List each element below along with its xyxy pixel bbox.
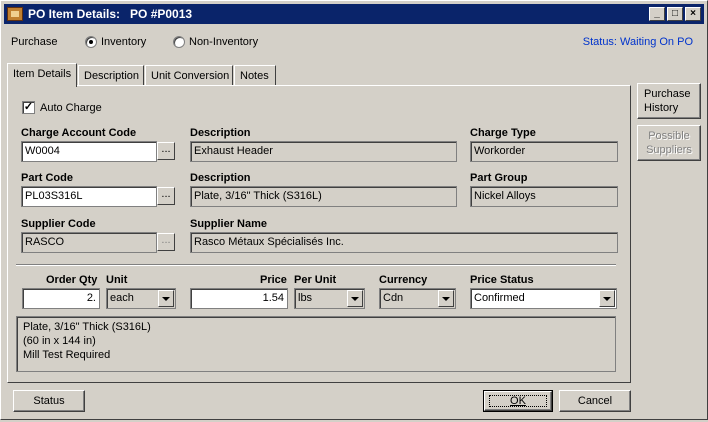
- price-label: Price: [260, 274, 287, 286]
- section-divider: [16, 264, 616, 266]
- order-qty-label: Order Qty: [46, 274, 98, 286]
- tab-item-details[interactable]: Item Details: [7, 63, 77, 87]
- per-unit-dropdown-icon[interactable]: [347, 290, 363, 307]
- unit-label: Unit: [106, 274, 128, 286]
- price-status-dropdown-icon[interactable]: [599, 290, 615, 307]
- currency-label: Currency: [379, 274, 428, 286]
- item-details-panel: ✓ Auto Charge Charge Account Code W0004 …: [7, 85, 631, 383]
- notes-line: (60 in x 144 in): [23, 335, 96, 347]
- supplier-name-label: Supplier Name: [190, 218, 268, 230]
- supplier-code-field: RASCO: [21, 232, 157, 253]
- charge-type-label: Charge Type: [470, 127, 536, 139]
- currency-dropdown-icon[interactable]: [438, 290, 454, 307]
- price-status-select[interactable]: Confirmed: [470, 288, 617, 309]
- supplier-lookup-button: ...: [157, 233, 175, 251]
- charge-account-lookup-button[interactable]: ...: [157, 142, 175, 160]
- charge-type-field: Workorder: [470, 141, 618, 162]
- part-code-label: Part Code: [21, 172, 73, 184]
- charge-description-label: Description: [190, 127, 251, 139]
- price-input[interactable]: 1.54: [190, 288, 288, 309]
- notes-line: Plate, 3/16" Thick (S316L): [23, 321, 151, 333]
- notes-line: Mill Test Required: [23, 349, 111, 361]
- per-unit-label: Per Unit: [294, 274, 337, 286]
- charge-description-field: Exhaust Header: [190, 141, 457, 162]
- order-qty-input[interactable]: 2.: [22, 288, 100, 309]
- auto-charge-checkbox[interactable]: ✓: [22, 101, 35, 114]
- part-description-label: Description: [190, 172, 251, 184]
- part-code-lookup-button[interactable]: ...: [157, 187, 175, 205]
- supplier-name-field: Rasco Métaux Spécialisés Inc.: [190, 232, 618, 253]
- part-group-label: Part Group: [470, 172, 528, 184]
- auto-charge-label[interactable]: Auto Charge: [40, 102, 102, 114]
- supplier-code-label: Supplier Code: [21, 218, 96, 230]
- po-item-details-window: PO Item Details: PO #P0013 _ □ × Purchas…: [0, 0, 708, 420]
- part-description-field: Plate, 3/16" Thick (S316L): [190, 186, 457, 207]
- part-code-input[interactable]: PL03S316L: [21, 186, 157, 207]
- unit-dropdown-icon[interactable]: [158, 290, 174, 307]
- tab-item-details-label: Item Details: [13, 68, 72, 80]
- charge-account-code-input[interactable]: W0004: [21, 141, 157, 162]
- charge-account-code-label: Charge Account Code: [21, 127, 137, 139]
- part-group-field: Nickel Alloys: [470, 186, 618, 207]
- line-notes-box: Plate, 3/16" Thick (S316L) (60 in x 144 …: [16, 316, 616, 372]
- price-status-label: Price Status: [470, 274, 534, 286]
